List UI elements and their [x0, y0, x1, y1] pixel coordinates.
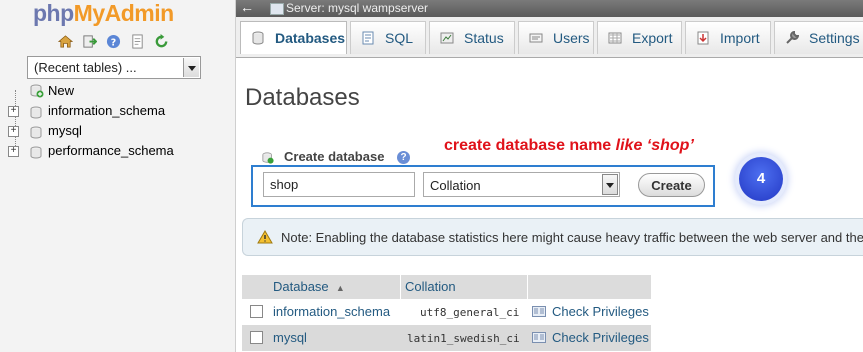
database-icon — [30, 106, 42, 119]
warning-icon — [257, 230, 273, 244]
table-row: mysql latin1_swedish_ci Check Privileges — [242, 325, 651, 351]
collation-value: latin1_swedish_ci — [407, 332, 520, 345]
tab-users[interactable]: Users — [518, 21, 594, 54]
expand-icon[interactable]: + — [8, 106, 19, 117]
help-icon[interactable]: ? — [106, 34, 121, 49]
row-checkbox[interactable] — [250, 305, 263, 318]
database-name-input[interactable] — [263, 172, 415, 197]
new-database-icon — [30, 84, 44, 98]
sql-icon — [362, 31, 374, 45]
database-link[interactable]: mysql — [273, 330, 307, 345]
recent-tables-select[interactable]: (Recent tables) ... — [27, 56, 201, 79]
main-panel: ← Server: mysql wampserver Databases SQL… — [236, 0, 863, 352]
tab-sql[interactable]: SQL — [350, 21, 426, 54]
users-icon — [529, 33, 543, 43]
check-privileges-icon — [532, 332, 546, 343]
nav-icon-bar: ? — [58, 34, 169, 49]
tree-label: performance_schema — [48, 143, 174, 158]
main-tabs: Databases SQL Status Users Export Import… — [236, 17, 863, 58]
database-icon — [30, 146, 42, 159]
check-privileges-icon — [532, 306, 546, 317]
sort-ascending-icon: ▲ — [335, 283, 345, 293]
wrench-icon — [786, 31, 799, 44]
tree-label: New — [48, 83, 75, 98]
column-header-database[interactable]: Database ▲ — [273, 279, 345, 294]
server-icon — [270, 3, 284, 15]
expand-icon[interactable]: + — [8, 126, 19, 137]
check-privileges-link[interactable]: Check Privileges — [552, 304, 649, 319]
create-button[interactable]: Create — [638, 173, 705, 197]
docs-icon[interactable] — [130, 34, 145, 49]
server-breadcrumb[interactable]: Server: mysql wampserver — [286, 1, 428, 15]
tab-export[interactable]: Export — [597, 21, 682, 54]
chevron-down-icon — [602, 174, 618, 195]
tutorial-annotation: create database name like ‘shop’ — [444, 137, 694, 154]
import-icon — [697, 31, 709, 45]
navigation-panel: phpMyAdmin ? (Recent tables) ... New + i… — [0, 0, 236, 352]
tab-settings[interactable]: Settings — [774, 21, 863, 54]
table-row: information_schema utf8_general_ci Check… — [242, 299, 651, 325]
tree-label: mysql — [48, 123, 82, 138]
expand-icon[interactable]: + — [8, 146, 19, 157]
new-database-icon — [262, 152, 274, 164]
database-link[interactable]: information_schema — [273, 304, 390, 319]
table-header-row: Database ▲ Collation — [242, 275, 651, 299]
status-icon — [440, 32, 454, 44]
back-arrow-icon[interactable]: ← — [240, 0, 254, 15]
svg-text:?: ? — [111, 37, 116, 48]
databases-table: Database ▲ Collation information_schema … — [242, 275, 651, 351]
help-icon[interactable]: ? — [397, 151, 410, 164]
export-icon — [608, 32, 622, 44]
collation-value: utf8_general_ci — [420, 306, 520, 319]
notice-message: Note: Enabling the database statistics h… — [242, 218, 863, 256]
tab-databases[interactable]: Databases — [240, 21, 347, 54]
tab-status[interactable]: Status — [429, 21, 515, 54]
reload-icon[interactable] — [154, 34, 169, 49]
column-divider — [527, 275, 528, 299]
row-checkbox[interactable] — [250, 331, 263, 344]
check-privileges-link[interactable]: Check Privileges — [552, 330, 649, 345]
server-breadcrumb-bar: ← Server: mysql wampserver — [236, 0, 863, 17]
tree-connector-line — [15, 90, 17, 150]
collation-select[interactable]: Collation — [423, 172, 620, 197]
column-divider — [400, 275, 401, 299]
chevron-down-icon — [183, 58, 199, 77]
tree-label: information_schema — [48, 103, 166, 118]
logout-icon[interactable] — [82, 34, 97, 49]
column-header-collation[interactable]: Collation — [405, 279, 456, 294]
tab-import[interactable]: Import — [685, 21, 771, 54]
step-number-badge: 4 — [739, 157, 783, 201]
database-icon — [30, 126, 42, 139]
page-title: Databases — [245, 84, 360, 111]
home-icon[interactable] — [58, 34, 73, 49]
database-icon — [252, 31, 264, 45]
phpmyadmin-logo[interactable]: phpMyAdmin — [33, 0, 174, 27]
